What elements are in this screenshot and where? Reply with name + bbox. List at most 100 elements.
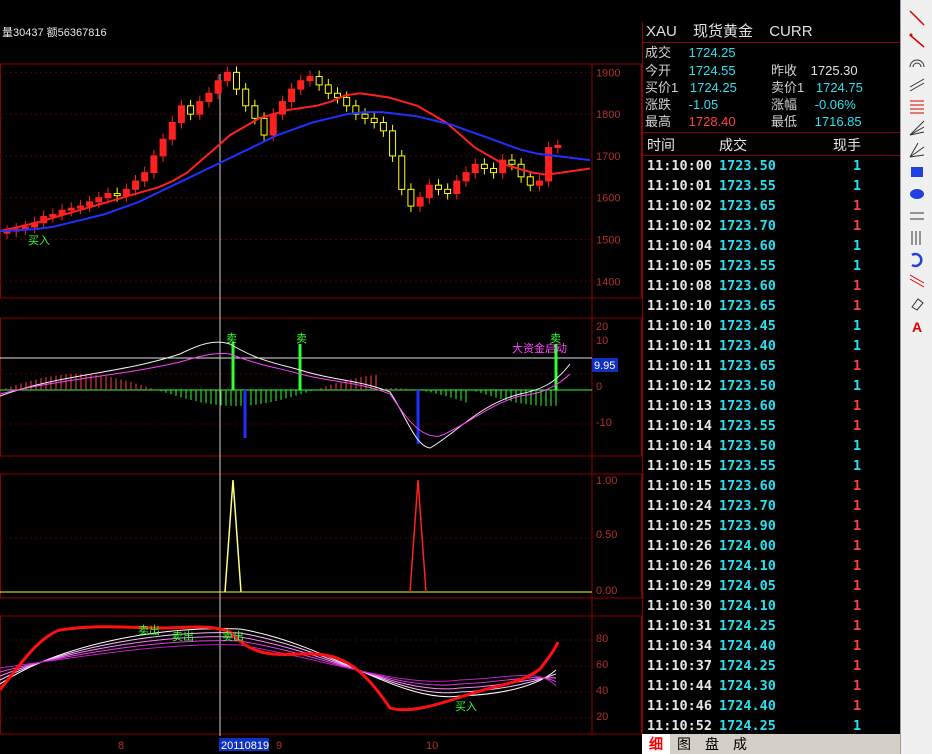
tick-price: 1724.10 bbox=[719, 558, 776, 574]
tick-row: 11:10:30 1724.10 1 bbox=[643, 596, 901, 616]
arc-tool[interactable] bbox=[906, 51, 928, 72]
candle-body bbox=[122, 188, 130, 197]
tick-price: 1724.00 bbox=[719, 538, 776, 554]
sell-signal-label-2: 卖 bbox=[296, 332, 307, 345]
tick-price-header: 成交 bbox=[719, 137, 747, 153]
peak-tick-label: 0.00 bbox=[596, 585, 617, 597]
bottom-tab-bar: 细图盘成 bbox=[642, 734, 900, 754]
candle-body bbox=[67, 207, 75, 211]
rectangle-tool[interactable] bbox=[906, 161, 928, 182]
tick-volume: 1 bbox=[853, 418, 862, 434]
tick-volume: 1 bbox=[853, 318, 862, 334]
arc-blue-tool[interactable] bbox=[906, 249, 928, 270]
tick-volume: 1 bbox=[853, 258, 862, 274]
fibonacci-tool[interactable] bbox=[906, 95, 928, 116]
tick-row: 11:10:14 1723.55 1 bbox=[643, 416, 901, 436]
price-axis: 1900 1800 1700 1600 1500 1400 bbox=[596, 67, 620, 288]
line-segment-tool[interactable] bbox=[906, 7, 928, 28]
candle-body bbox=[434, 184, 442, 190]
tick-volume: 1 bbox=[853, 178, 862, 194]
tick-time: 11:10:14 bbox=[647, 438, 713, 454]
kdj-axis: 80 60 40 20 bbox=[596, 633, 608, 723]
tick-price: 1723.70 bbox=[719, 218, 776, 234]
tick-time: 11:10:15 bbox=[647, 478, 713, 494]
tick-price: 1723.50 bbox=[719, 158, 776, 174]
tick-row: 11:10:08 1723.60 1 bbox=[643, 276, 901, 296]
tick-volume: 1 bbox=[853, 558, 862, 574]
tick-volume: 1 bbox=[853, 238, 862, 254]
speed-fan-tool[interactable] bbox=[906, 139, 928, 160]
candle-body bbox=[205, 92, 213, 103]
channel-tool[interactable] bbox=[906, 73, 928, 94]
tick-row: 11:10:37 1724.25 1 bbox=[643, 656, 901, 676]
candle-body bbox=[214, 80, 222, 94]
tick-row: 11:10:15 1723.60 1 bbox=[643, 476, 901, 496]
tick-row: 11:10:11 1723.65 1 bbox=[643, 356, 901, 376]
tick-row: 11:10:31 1724.25 1 bbox=[643, 616, 901, 636]
peak-signal-1 bbox=[224, 479, 242, 593]
ellipse-tool[interactable] bbox=[906, 183, 928, 204]
candle-body bbox=[535, 180, 543, 186]
sell-out-label-1: 卖出 bbox=[138, 623, 160, 637]
tick-volume: 1 bbox=[853, 378, 862, 394]
kdj-tick-label: 20 bbox=[596, 711, 608, 723]
svg-text:A: A bbox=[912, 319, 922, 335]
tick-price: 1723.55 bbox=[719, 458, 776, 474]
tick-price: 1723.60 bbox=[719, 398, 776, 414]
tick-row: 11:10:24 1723.70 1 bbox=[643, 496, 901, 516]
tick-time: 11:10:10 bbox=[647, 318, 713, 334]
tick-volume: 1 bbox=[853, 198, 862, 214]
ray-tool[interactable] bbox=[906, 29, 928, 50]
kdj-fan-line bbox=[0, 632, 557, 694]
gann-fan-tool[interactable] bbox=[906, 117, 928, 138]
text-tool-icon[interactable]: A bbox=[906, 315, 928, 336]
tick-price: 1724.40 bbox=[719, 638, 776, 654]
tab-orderbook[interactable]: 盘 bbox=[698, 734, 726, 754]
candlestick-series bbox=[3, 66, 562, 240]
candle-body bbox=[168, 122, 176, 140]
tab-trades[interactable]: 成 bbox=[726, 734, 754, 754]
candle-body bbox=[233, 71, 241, 90]
tick-price: 1723.70 bbox=[719, 498, 776, 514]
eraser-icon[interactable] bbox=[906, 293, 928, 314]
candle-body bbox=[269, 113, 277, 136]
trend-pair-tool[interactable] bbox=[906, 271, 928, 292]
tick-volume: 1 bbox=[853, 278, 862, 294]
candle-body bbox=[343, 96, 351, 107]
tick-volume: 1 bbox=[853, 638, 862, 654]
tick-price: 1724.25 bbox=[719, 718, 776, 734]
bid-value: 1724.25 bbox=[689, 80, 737, 95]
tick-row: 11:10:44 1724.30 1 bbox=[643, 676, 901, 696]
macd-tick-label: 0 bbox=[596, 381, 602, 393]
chart-area[interactable]: 1900 1800 1700 1600 1500 1400 20 10 0 -10 1.00 0.… bbox=[0, 44, 642, 754]
kdj-tick-label: 60 bbox=[596, 659, 608, 671]
tick-time: 11:10:34 bbox=[647, 638, 713, 654]
macd-tick-label: 20 bbox=[596, 321, 608, 333]
tab-chart[interactable]: 图 bbox=[670, 734, 698, 754]
x-tick-date: 20110819 bbox=[221, 740, 269, 752]
tick-volume: 1 bbox=[853, 338, 862, 354]
parallel-lines-tool[interactable] bbox=[906, 205, 928, 226]
tick-row: 11:10:11 1723.40 1 bbox=[643, 336, 901, 356]
tick-list[interactable]: 11:10:00 1723.50 1 11:10:01 1723.55 1 11:10:02… bbox=[643, 156, 901, 736]
tick-price: 1723.50 bbox=[719, 438, 776, 454]
candle-body bbox=[389, 130, 397, 157]
tick-row: 11:10:34 1724.40 1 bbox=[643, 636, 901, 656]
tab-detail[interactable]: 细 bbox=[642, 734, 670, 754]
tick-volume: 1 bbox=[853, 438, 862, 454]
tick-volume: 1 bbox=[853, 578, 862, 594]
tick-row: 11:10:12 1723.50 1 bbox=[643, 376, 901, 396]
top-bar bbox=[0, 0, 900, 22]
bid-label: 买价1 bbox=[645, 80, 679, 95]
kdj-fan-line bbox=[0, 628, 557, 698]
tick-time: 11:10:04 bbox=[647, 238, 713, 254]
candle-body bbox=[95, 197, 103, 203]
tick-time: 11:10:00 bbox=[647, 158, 713, 174]
kdj-panel-frame bbox=[0, 615, 642, 735]
symbol-code: XAU bbox=[646, 23, 677, 40]
candle-body bbox=[187, 105, 195, 115]
volume-info-bar: 量30437 额56367816 bbox=[0, 22, 642, 44]
cycle-lines-tool[interactable] bbox=[906, 227, 928, 248]
tick-time: 11:10:25 bbox=[647, 518, 713, 534]
sell-signal-label-1: 卖 bbox=[226, 332, 237, 345]
